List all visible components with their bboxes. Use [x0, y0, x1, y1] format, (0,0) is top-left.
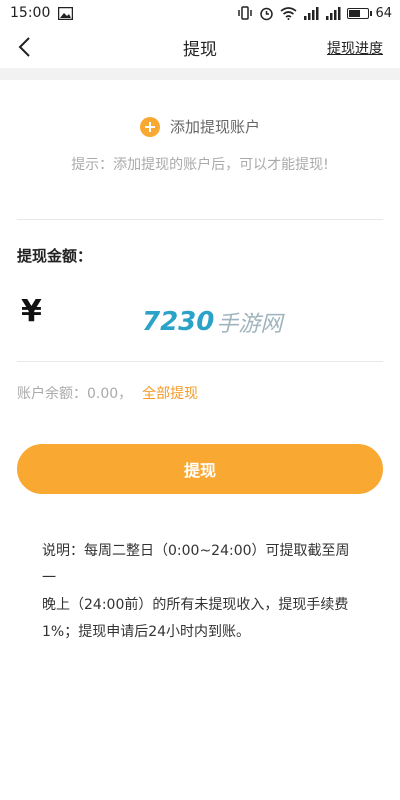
status-bar: 15:00 64 [0, 0, 400, 26]
note-line: 说明：每周二整日（0:00~24:00）可提取截至周一 [42, 543, 350, 586]
chevron-left-icon [18, 37, 30, 57]
status-time: 15:00 [10, 5, 51, 21]
battery-icon [347, 7, 370, 19]
balance-value: 0.00， [87, 386, 133, 402]
note-line: 晚上（24:00前）的所有未提现收入，提现手续费 [42, 597, 349, 613]
header-bar: 提现 提现进度 [0, 26, 400, 68]
balance-row: 账户余额： 0.00， 全部提现 [17, 383, 198, 403]
alarm-icon [259, 6, 274, 21]
currency-symbol: ¥ [21, 294, 42, 329]
add-account-button[interactable]: 添加提现账户 [0, 116, 400, 137]
battery-percent: 64 [375, 5, 392, 21]
divider [17, 361, 383, 362]
amount-input[interactable] [60, 300, 380, 340]
note-line: 1%；提现申请后24小时内到账。 [42, 624, 251, 640]
image-notification-icon [58, 6, 74, 20]
vibrate-icon [237, 6, 253, 20]
divider [17, 219, 383, 220]
signal-4g-icon [303, 6, 319, 20]
back-button[interactable] [10, 32, 38, 62]
withdraw-progress-link[interactable]: 提现进度 [327, 38, 383, 58]
amount-label: 提现金额： [17, 247, 93, 265]
section-divider [0, 68, 400, 80]
add-account-label: 添加提现账户 [169, 118, 260, 136]
add-account-hint: 提示：添加提现的账户后，可以才能提现! [71, 157, 329, 173]
battery-indicator: 64 [347, 6, 392, 21]
balance-label: 账户余额： [17, 386, 87, 402]
wifi-icon [280, 6, 297, 20]
withdraw-all-link[interactable]: 全部提现 [142, 383, 198, 403]
signal-icon [325, 6, 341, 20]
plus-circle-icon [139, 116, 160, 137]
withdraw-note: 说明：每周二整日（0:00~24:00）可提取截至周一 晚上（24:00前）的所… [42, 538, 362, 646]
withdraw-button[interactable]: 提现 [17, 444, 383, 494]
